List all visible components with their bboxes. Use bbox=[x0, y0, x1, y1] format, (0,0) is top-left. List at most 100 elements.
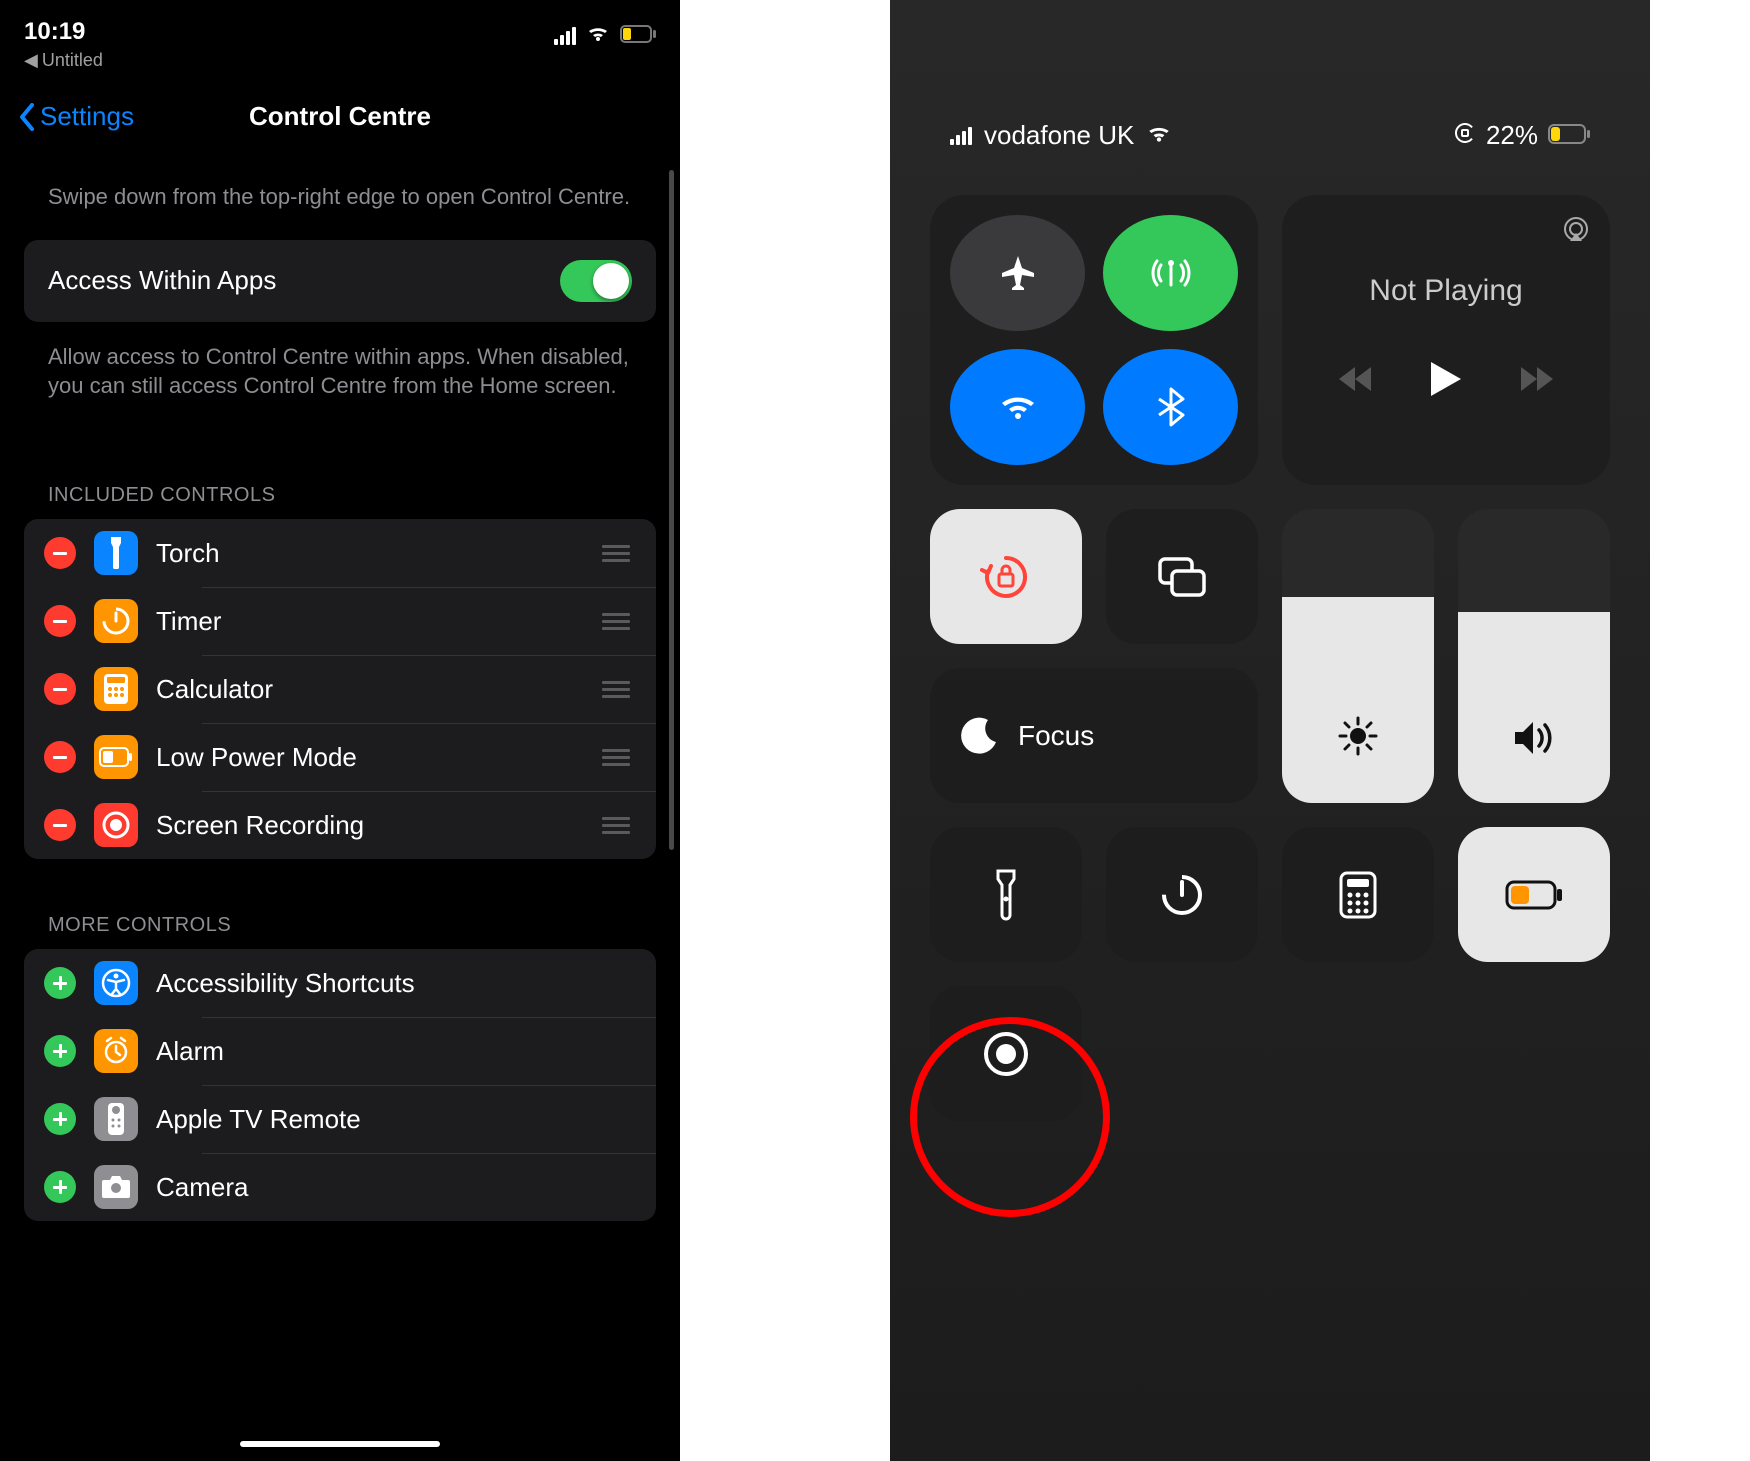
back-caret-icon: ◀ bbox=[24, 50, 38, 71]
back-button[interactable]: Settings bbox=[18, 101, 134, 132]
row-label: Screen Recording bbox=[156, 810, 364, 841]
volume-slider[interactable] bbox=[1458, 509, 1610, 803]
forward-button[interactable] bbox=[1519, 365, 1555, 401]
row-label: Calculator bbox=[156, 674, 273, 705]
battery-icon bbox=[1548, 120, 1590, 151]
media-panel[interactable]: Not Playing bbox=[1282, 195, 1610, 485]
reorder-handle-icon[interactable] bbox=[602, 545, 636, 562]
row-alarm[interactable]: Alarm bbox=[24, 1017, 656, 1085]
low-power-icon bbox=[94, 735, 138, 779]
torch-icon bbox=[94, 531, 138, 575]
row-calculator[interactable]: Calculator bbox=[24, 655, 656, 723]
rewind-button[interactable] bbox=[1337, 365, 1373, 401]
cc-status-bar: vodafone UK 22% bbox=[930, 0, 1610, 195]
reorder-handle-icon[interactable] bbox=[602, 749, 636, 766]
row-timer[interactable]: Timer bbox=[24, 587, 656, 655]
remove-button[interactable] bbox=[44, 673, 76, 705]
settings-screen: 10:19 ◀ Untitled Settings Control Centre… bbox=[0, 0, 680, 1461]
page-title: Control Centre bbox=[249, 101, 431, 132]
accessibility-icon bbox=[94, 961, 138, 1005]
empty-slot bbox=[1282, 986, 1434, 1121]
add-button[interactable] bbox=[44, 1035, 76, 1067]
torch-tile[interactable] bbox=[930, 827, 1082, 962]
airplay-icon[interactable] bbox=[1560, 213, 1592, 253]
calculator-icon bbox=[1339, 871, 1377, 919]
moon-icon bbox=[960, 716, 1000, 756]
hint-access: Allow access to Control Centre within ap… bbox=[0, 322, 680, 429]
rotation-lock-tile[interactable] bbox=[930, 509, 1082, 644]
low-power-tile[interactable] bbox=[1458, 827, 1610, 962]
chevron-left-icon bbox=[18, 103, 36, 131]
remove-button[interactable] bbox=[44, 741, 76, 773]
rotation-lock-status-icon bbox=[1454, 120, 1476, 151]
remove-button[interactable] bbox=[44, 809, 76, 841]
wifi-toggle[interactable] bbox=[950, 349, 1085, 465]
row-accessibility[interactable]: Accessibility Shortcuts bbox=[24, 949, 656, 1017]
focus-tile[interactable]: Focus bbox=[930, 668, 1258, 803]
connectivity-panel[interactable] bbox=[930, 195, 1258, 485]
timer-icon bbox=[94, 599, 138, 643]
play-button[interactable] bbox=[1429, 360, 1463, 406]
add-button[interactable] bbox=[44, 1171, 76, 1203]
row-label: Low Power Mode bbox=[156, 742, 357, 773]
airplane-icon bbox=[996, 251, 1040, 295]
reorder-handle-icon[interactable] bbox=[602, 681, 636, 698]
screen-mirroring-tile[interactable] bbox=[1106, 509, 1258, 644]
torch-icon bbox=[992, 869, 1020, 921]
calculator-icon bbox=[94, 667, 138, 711]
camera-icon bbox=[94, 1165, 138, 1209]
media-title: Not Playing bbox=[1369, 274, 1522, 308]
low-power-icon bbox=[1505, 880, 1563, 910]
cellular-signal-icon bbox=[950, 127, 972, 145]
hint-swipe: Swipe down from the top-right edge to op… bbox=[0, 162, 680, 240]
bluetooth-toggle[interactable] bbox=[1103, 349, 1238, 465]
row-appletv-remote[interactable]: Apple TV Remote bbox=[24, 1085, 656, 1153]
row-torch[interactable]: Torch bbox=[24, 519, 656, 587]
apple-tv-remote-icon bbox=[94, 1097, 138, 1141]
remove-button[interactable] bbox=[44, 605, 76, 637]
access-within-apps-toggle[interactable] bbox=[560, 260, 632, 302]
timer-tile[interactable] bbox=[1106, 827, 1258, 962]
battery-icon bbox=[620, 22, 656, 50]
brightness-slider[interactable] bbox=[1282, 509, 1434, 803]
add-button[interactable] bbox=[44, 967, 76, 999]
carrier-label: vodafone UK bbox=[984, 120, 1134, 151]
antenna-icon bbox=[1149, 251, 1193, 295]
screen-mirroring-icon bbox=[1156, 555, 1208, 599]
row-screen-recording[interactable]: Screen Recording bbox=[24, 791, 656, 859]
home-indicator[interactable] bbox=[240, 1441, 440, 1447]
wifi-icon bbox=[1146, 120, 1172, 151]
brightness-icon bbox=[1336, 714, 1380, 763]
bluetooth-icon bbox=[1149, 385, 1193, 429]
access-within-apps-row[interactable]: Access Within Apps bbox=[24, 240, 656, 322]
row-camera[interactable]: Camera bbox=[24, 1153, 656, 1221]
row-label: Apple TV Remote bbox=[156, 1104, 361, 1135]
access-within-apps-label: Access Within Apps bbox=[48, 265, 276, 296]
included-controls-list: Torch Timer Calculator Low Power Mode bbox=[24, 519, 656, 859]
empty-slot bbox=[1458, 986, 1610, 1121]
cellular-signal-icon bbox=[554, 27, 576, 45]
included-controls-header: INCLUDED CONTROLS bbox=[0, 429, 680, 519]
airplane-mode-toggle[interactable] bbox=[950, 215, 1085, 331]
empty-slot bbox=[1106, 986, 1258, 1121]
reorder-handle-icon[interactable] bbox=[602, 613, 636, 630]
remove-button[interactable] bbox=[44, 537, 76, 569]
return-to-app-pill[interactable]: ◀ Untitled bbox=[24, 50, 103, 71]
battery-percent-label: 22% bbox=[1486, 120, 1538, 151]
rotation-lock-icon bbox=[979, 550, 1033, 604]
return-to-app-label: Untitled bbox=[42, 50, 103, 71]
status-time: 10:19 bbox=[24, 18, 103, 46]
wifi-icon bbox=[996, 385, 1040, 429]
more-controls-header: MORE CONTROLS bbox=[0, 859, 680, 949]
focus-label: Focus bbox=[1018, 720, 1094, 752]
cellular-data-toggle[interactable] bbox=[1103, 215, 1238, 331]
row-label: Alarm bbox=[156, 1036, 224, 1067]
reorder-handle-icon[interactable] bbox=[602, 817, 636, 834]
calculator-tile[interactable] bbox=[1282, 827, 1434, 962]
screen-recording-tile[interactable] bbox=[930, 986, 1082, 1121]
back-label: Settings bbox=[40, 101, 134, 132]
add-button[interactable] bbox=[44, 1103, 76, 1135]
row-low-power[interactable]: Low Power Mode bbox=[24, 723, 656, 791]
scroll-indicator[interactable] bbox=[669, 170, 674, 850]
control-centre-screen: vodafone UK 22% bbox=[890, 0, 1650, 1461]
